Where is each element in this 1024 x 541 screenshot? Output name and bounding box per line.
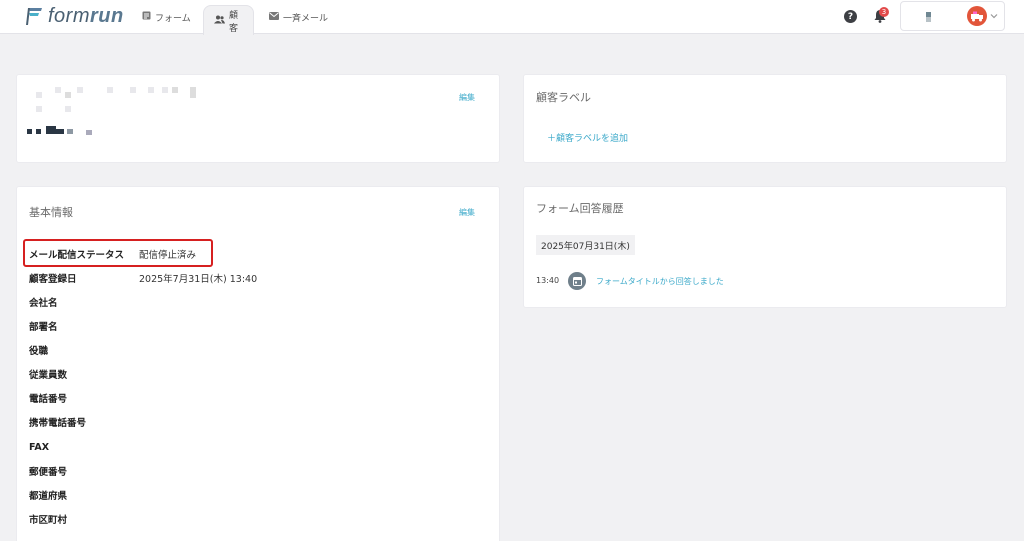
field-row-company: 会社名	[29, 293, 139, 311]
field-label: 役職	[29, 346, 49, 357]
customer-profile-card: 編集	[17, 75, 499, 162]
field-label: 顧客登録日	[29, 274, 77, 285]
form-response-icon	[568, 272, 586, 290]
basic-info-card: 基本情報 編集 メール配信ステータス 配信停止済み 顧客登録日 2025年7月3…	[17, 187, 499, 541]
formrun-logo[interactable]: formrun	[24, 5, 124, 27]
history-entry-link[interactable]: フォームタイトルから回答しました	[596, 276, 724, 287]
help-icon[interactable]: ?	[844, 10, 857, 23]
mail-icon	[269, 11, 279, 23]
basic-info-edit-link[interactable]: 編集	[459, 207, 475, 218]
tab-bulk-mail-label: 一斉メール	[283, 13, 329, 24]
field-row-employees: 従業員数	[29, 365, 139, 383]
tab-forms[interactable]: フォーム	[132, 5, 201, 29]
form-history-title: フォーム回答履歴	[536, 202, 624, 215]
logo-text: formrun	[48, 4, 124, 27]
labels-card-title: 顧客ラベル	[536, 91, 591, 104]
field-label: 携帯電話番号	[29, 418, 87, 429]
field-label: 電話番号	[29, 394, 68, 405]
field-label: 部署名	[29, 322, 58, 333]
chevron-down-icon[interactable]	[990, 12, 998, 21]
field-row-fax: FAX	[29, 438, 139, 456]
field-row-postal-code: 郵便番号	[29, 462, 139, 480]
field-label: 郵便番号	[29, 467, 68, 478]
tab-bulk-mail[interactable]: 一斉メール	[259, 5, 338, 29]
field-row-mobile: 携帯電話番号	[29, 413, 139, 431]
field-value: 配信停止済み	[139, 250, 197, 261]
logo-mark-icon	[24, 6, 44, 26]
top-navigation-bar: formrun フォーム 顧客 一斉メール ? 3	[0, 0, 1024, 35]
field-row-registration-date: 顧客登録日 2025年7月31日(木) 13:40	[29, 269, 257, 287]
users-icon	[214, 15, 225, 27]
field-row-position: 役職	[29, 341, 139, 359]
field-label: メール配信ステータス	[29, 250, 125, 261]
tab-forms-label: フォーム	[155, 13, 191, 24]
notification-count-badge: 3	[879, 7, 889, 17]
form-history-card: フォーム回答履歴 2025年07月31日(木) 13:40 フォームタイトルから…	[524, 187, 1006, 307]
account-name-redacted	[926, 12, 931, 22]
field-row-email-status: メール配信ステータス 配信停止済み	[29, 245, 196, 263]
field-label: 従業員数	[29, 370, 68, 381]
history-date-chip: 2025年07月31日(木)	[536, 235, 635, 255]
tab-customers-label: 顧客	[229, 10, 239, 34]
add-customer-label-button[interactable]: ＋顧客ラベルを追加	[547, 131, 628, 144]
field-label: FAX	[29, 441, 50, 453]
form-list-icon	[142, 11, 151, 23]
field-label: 都道府県	[29, 491, 68, 502]
tab-customers[interactable]: 顧客	[203, 5, 254, 35]
field-row-department: 部署名	[29, 317, 139, 335]
field-row-phone: 電話番号	[29, 389, 139, 407]
field-label: 市区町村	[29, 515, 68, 526]
field-row-prefecture: 都道府県	[29, 486, 139, 504]
field-label: 会社名	[29, 298, 58, 309]
avatar[interactable]	[967, 6, 987, 26]
field-row-city: 市区町村	[29, 510, 139, 528]
profile-edit-link[interactable]: 編集	[459, 92, 475, 103]
history-entry-time: 13:40	[536, 276, 560, 285]
basic-info-title: 基本情報	[29, 206, 73, 219]
customer-labels-card: 顧客ラベル ＋顧客ラベルを追加	[524, 75, 1006, 162]
field-value: 2025年7月31日(木) 13:40	[139, 274, 258, 285]
